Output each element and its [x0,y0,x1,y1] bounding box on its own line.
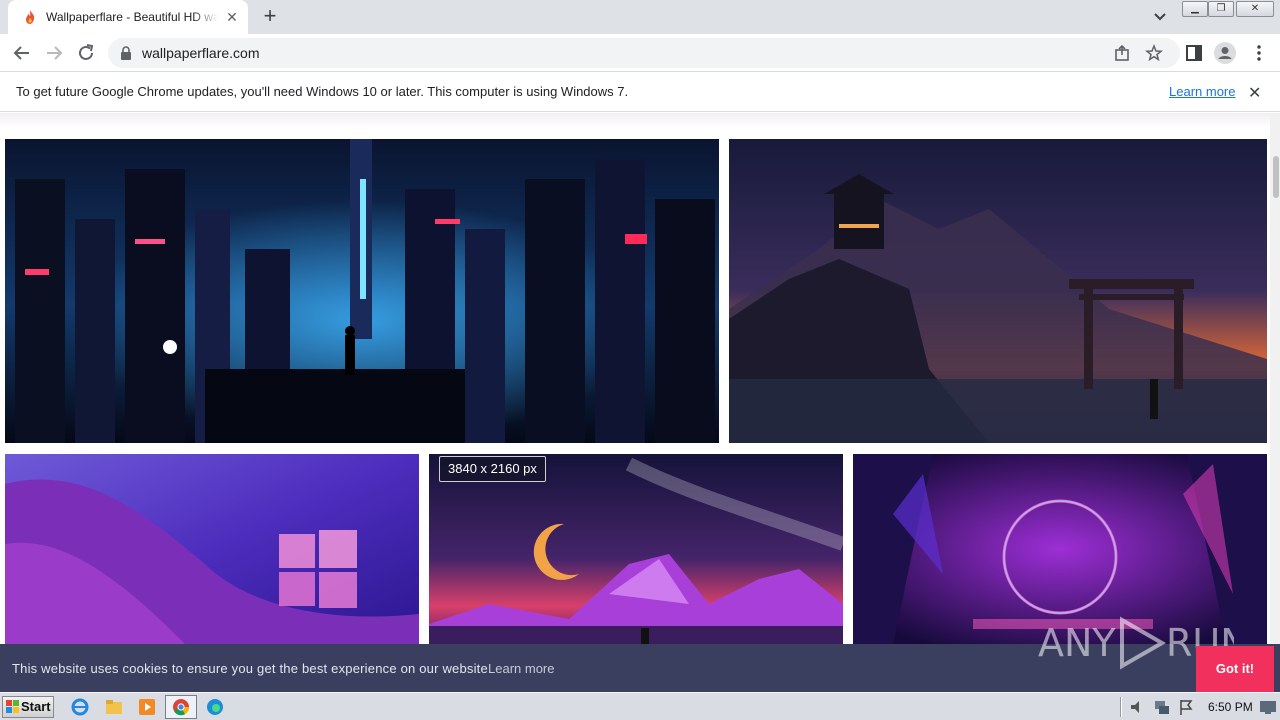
window-minimize-button[interactable]: ▁ [1182,1,1208,17]
page-scrollbar-thumb[interactable] [1273,156,1279,198]
show-desktop-icon[interactable] [1258,697,1278,717]
wallpaper-tile-japanese-temple[interactable] [729,139,1267,443]
address-bar[interactable]: wallpaperflare.com [108,38,1180,68]
cookie-message: This website uses cookies to ensure you … [12,661,492,676]
network-icon[interactable] [1152,697,1172,717]
resolution-badge: 3840 x 2160 px [439,456,546,482]
svg-text:ANY: ANY [1038,621,1116,665]
bookmark-star-icon[interactable] [1145,44,1163,62]
lock-icon[interactable] [120,46,132,60]
infobar-learn-more-link[interactable]: Learn more [1169,84,1235,99]
window-restore-button[interactable]: ❐ [1208,1,1234,17]
tab-close-icon[interactable]: ✕ [224,9,240,25]
infobar-message: To get future Google Chrome updates, you… [16,84,629,99]
wallpaper-tile-synthwave-moon[interactable] [429,454,843,644]
windows-taskbar: Start 6:50 PM [0,692,1280,720]
new-tab-button[interactable]: + [258,5,282,29]
media-player-icon[interactable] [137,697,157,717]
browser-titlebar: Wallpaperflare - Beautiful HD wallpapers… [0,0,1280,34]
start-label: Start [21,699,51,714]
url-text[interactable]: wallpaperflare.com [142,45,260,61]
page-content [0,113,1270,644]
window-close-button[interactable]: ✕ [1236,1,1274,17]
start-button[interactable]: Start [2,696,54,718]
share-icon[interactable] [1113,44,1131,62]
infobar-close-icon[interactable]: ✕ [1248,83,1261,103]
volume-icon[interactable] [1128,697,1148,717]
windows-logo-icon [6,700,19,713]
file-explorer-icon[interactable] [104,697,124,717]
update-infobar: To get future Google Chrome updates, you… [0,72,1280,112]
cookie-accept-button[interactable]: Got it! [1196,646,1274,692]
wallpaper-tile-windows-purple[interactable] [5,454,419,644]
browser-toolbar: wallpaperflare.com [0,34,1280,72]
cookie-learn-more-link[interactable]: Learn more [488,661,554,676]
tab-search-chevron-icon[interactable] [1150,8,1170,26]
edge-icon[interactable] [205,697,225,717]
kebab-menu-icon[interactable] [1250,44,1268,62]
back-arrow-icon[interactable] [10,41,34,65]
chrome-icon[interactable] [171,697,191,717]
forward-arrow-icon[interactable] [42,41,66,65]
side-panel-icon[interactable] [1185,44,1203,62]
header-shadow [0,113,1270,127]
system-clock[interactable]: 6:50 PM [1208,700,1253,714]
tray-separator [1120,697,1122,717]
flame-favicon-icon [26,10,35,24]
browser-tab-active[interactable]: Wallpaperflare - Beautiful HD wallpapers… [8,0,248,34]
tab-title: Wallpaperflare - Beautiful HD wallpapers [46,10,218,24]
internet-explorer-icon[interactable] [70,697,90,717]
profile-avatar-icon[interactable] [1214,42,1236,64]
action-center-flag-icon[interactable] [1176,697,1196,717]
wallpaper-tile-cyberpunk-city[interactable] [5,139,719,443]
reload-icon[interactable] [74,41,98,65]
